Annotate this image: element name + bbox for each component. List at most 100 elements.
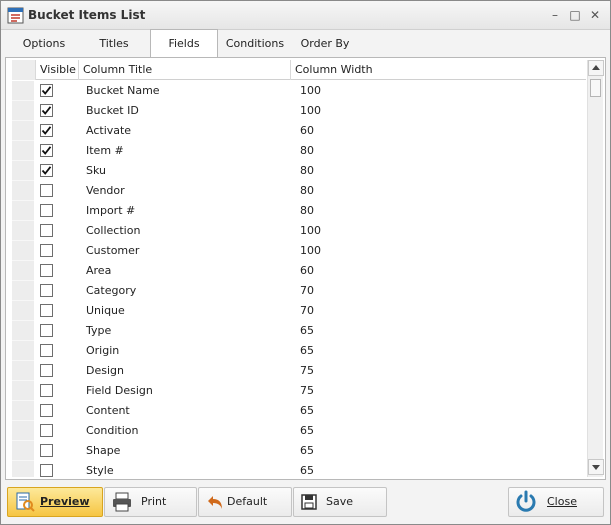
row-selector[interactable] (12, 381, 34, 401)
column-width-cell[interactable]: 75 (300, 381, 314, 401)
column-width-cell[interactable]: 100 (300, 241, 321, 261)
column-width-cell[interactable]: 65 (300, 441, 314, 461)
visible-checkbox[interactable] (40, 284, 53, 297)
print-button[interactable]: Print (104, 487, 197, 517)
column-width-cell[interactable]: 80 (300, 201, 314, 221)
tab-titles[interactable]: Titles (83, 30, 145, 58)
column-width-cell[interactable]: 60 (300, 121, 314, 141)
row-selector[interactable] (12, 301, 34, 321)
table-row[interactable]: Design 75 (12, 361, 586, 381)
row-selector[interactable] (12, 141, 34, 161)
table-row[interactable]: Unique 70 (12, 301, 586, 321)
visible-checkbox[interactable] (40, 264, 53, 277)
tab-conditions[interactable]: Conditions (223, 30, 287, 58)
column-title-cell[interactable]: Customer (86, 241, 139, 261)
row-selector[interactable] (12, 461, 34, 477)
row-selector[interactable] (12, 341, 34, 361)
table-row[interactable]: Category 70 (12, 281, 586, 301)
column-title-cell[interactable]: Content (86, 401, 130, 421)
visible-checkbox[interactable] (40, 344, 53, 357)
minimize-icon[interactable]: – (546, 6, 564, 24)
table-row[interactable]: Sku 80 (12, 161, 586, 181)
row-selector[interactable] (12, 81, 34, 101)
table-row[interactable]: Condition 65 (12, 421, 586, 441)
column-width-cell[interactable]: 65 (300, 461, 314, 477)
visible-checkbox[interactable] (40, 124, 53, 137)
column-title-cell[interactable]: Style (86, 461, 114, 477)
column-title-cell[interactable]: Condition (86, 421, 139, 441)
row-selector[interactable] (12, 201, 34, 221)
row-selector[interactable] (12, 121, 34, 141)
visible-checkbox[interactable] (40, 364, 53, 377)
column-title-cell[interactable]: Sku (86, 161, 106, 181)
column-title-cell[interactable]: Area (86, 261, 111, 281)
table-row[interactable]: Style 65 (12, 461, 586, 477)
column-width-cell[interactable]: 80 (300, 181, 314, 201)
visible-checkbox[interactable] (40, 444, 53, 457)
row-selector[interactable] (12, 401, 34, 421)
scroll-down-button[interactable] (588, 459, 604, 475)
visible-checkbox[interactable] (40, 404, 53, 417)
table-row[interactable]: Bucket ID 100 (12, 101, 586, 121)
column-width-cell[interactable]: 75 (300, 361, 314, 381)
table-row[interactable]: Area 60 (12, 261, 586, 281)
column-title-cell[interactable]: Origin (86, 341, 119, 361)
column-width-cell[interactable]: 70 (300, 281, 314, 301)
close-window-icon[interactable]: ✕ (586, 6, 604, 24)
visible-checkbox[interactable] (40, 104, 53, 117)
row-selector[interactable] (12, 281, 34, 301)
table-row[interactable]: Type 65 (12, 321, 586, 341)
column-title-cell[interactable]: Import # (86, 201, 135, 221)
row-selector[interactable] (12, 321, 34, 341)
column-width-cell[interactable]: 65 (300, 401, 314, 421)
tab-options[interactable]: Options (13, 30, 75, 58)
vertical-scrollbar[interactable] (587, 60, 604, 477)
maximize-icon[interactable]: □ (566, 6, 584, 24)
row-selector[interactable] (12, 101, 34, 121)
visible-checkbox[interactable] (40, 184, 53, 197)
row-selector[interactable] (12, 181, 34, 201)
column-width-cell[interactable]: 100 (300, 221, 321, 241)
column-width-cell[interactable]: 100 (300, 101, 321, 121)
header-column-title[interactable]: Column Title (78, 60, 289, 80)
table-row[interactable]: Shape 65 (12, 441, 586, 461)
tab-fields[interactable]: Fields (150, 29, 218, 58)
visible-checkbox[interactable] (40, 84, 53, 97)
close-button[interactable]: Close (508, 487, 604, 517)
table-row[interactable]: Bucket Name 100 (12, 81, 586, 101)
scroll-thumb[interactable] (590, 79, 601, 97)
column-title-cell[interactable]: Activate (86, 121, 131, 141)
row-selector[interactable] (12, 361, 34, 381)
column-title-cell[interactable]: Collection (86, 221, 140, 241)
column-width-cell[interactable]: 80 (300, 161, 314, 181)
tab-order-by[interactable]: Order By (293, 30, 357, 58)
row-selector[interactable] (12, 241, 34, 261)
table-row[interactable]: Import # 80 (12, 201, 586, 221)
column-width-cell[interactable]: 65 (300, 321, 314, 341)
visible-checkbox[interactable] (40, 164, 53, 177)
table-row[interactable]: Vendor 80 (12, 181, 586, 201)
visible-checkbox[interactable] (40, 224, 53, 237)
default-button[interactable]: Default (198, 487, 292, 517)
column-width-cell[interactable]: 100 (300, 81, 321, 101)
table-row[interactable]: Origin 65 (12, 341, 586, 361)
row-selector[interactable] (12, 221, 34, 241)
column-width-cell[interactable]: 65 (300, 421, 314, 441)
row-selector[interactable] (12, 441, 34, 461)
visible-checkbox[interactable] (40, 144, 53, 157)
column-title-cell[interactable]: Shape (86, 441, 120, 461)
header-column-width[interactable]: Column Width (290, 60, 586, 80)
column-width-cell[interactable]: 70 (300, 301, 314, 321)
column-width-cell[interactable]: 80 (300, 141, 314, 161)
column-title-cell[interactable]: Item # (86, 141, 124, 161)
visible-checkbox[interactable] (40, 244, 53, 257)
table-row[interactable]: Field Design 75 (12, 381, 586, 401)
column-width-cell[interactable]: 65 (300, 341, 314, 361)
visible-checkbox[interactable] (40, 204, 53, 217)
table-row[interactable]: Content 65 (12, 401, 586, 421)
preview-button[interactable]: Preview (7, 487, 103, 517)
visible-checkbox[interactable] (40, 464, 53, 477)
row-selector[interactable] (12, 161, 34, 181)
save-button[interactable]: Save (293, 487, 387, 517)
header-visible[interactable]: Visible (35, 60, 77, 80)
